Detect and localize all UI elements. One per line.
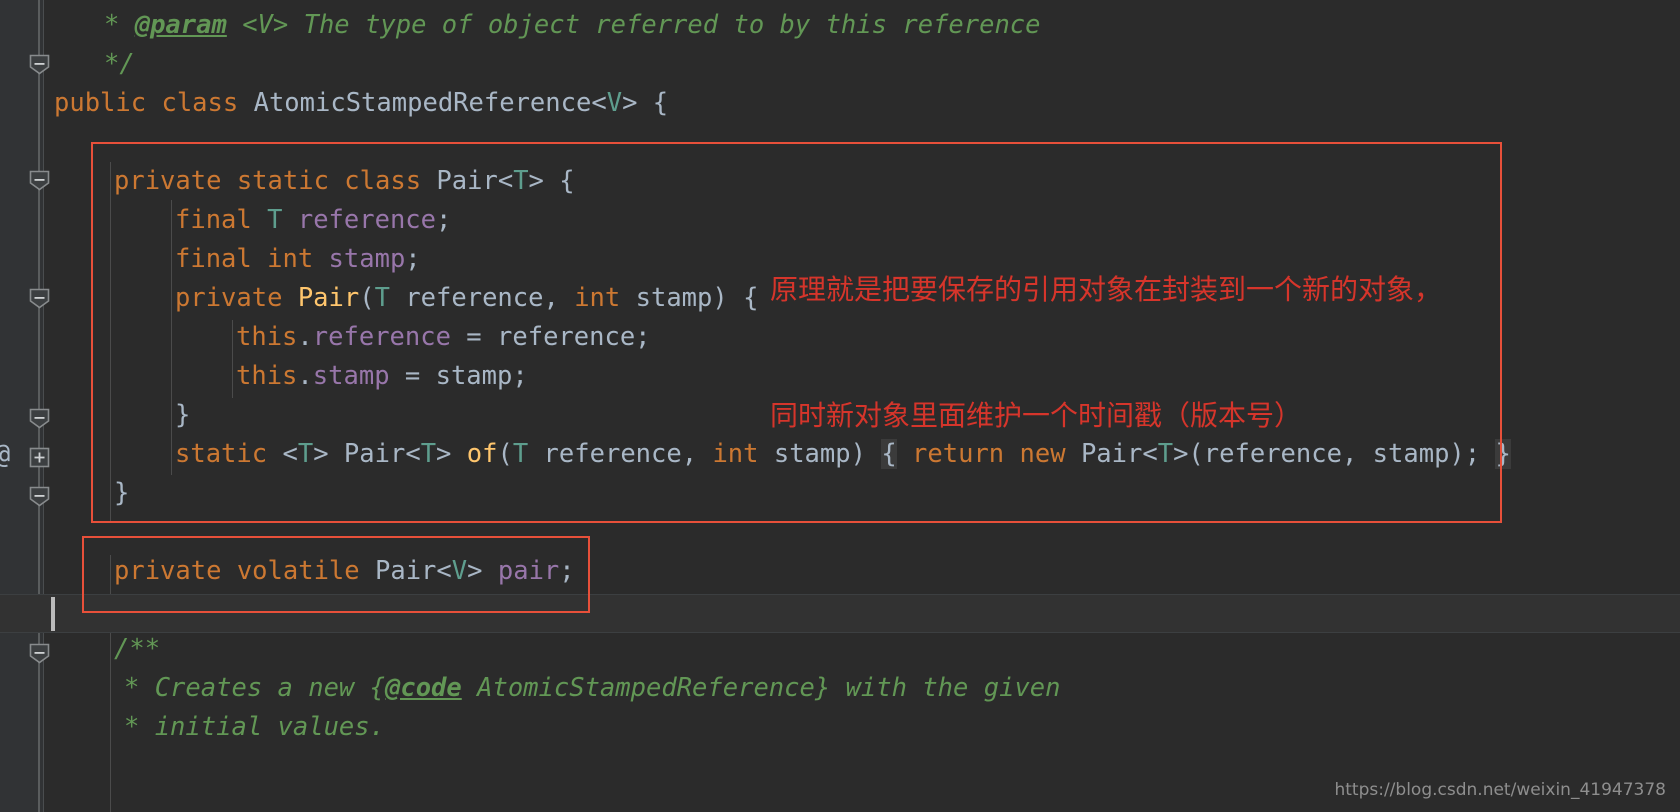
code-token: stamp xyxy=(312,361,390,391)
code-token: stamp xyxy=(328,244,406,274)
code-token: Pair xyxy=(375,556,437,586)
code-token: ( xyxy=(497,439,513,469)
code-token: = stamp; xyxy=(389,361,528,391)
code-line-text: * initial values. xyxy=(124,708,385,747)
code-token: */ xyxy=(104,49,135,79)
code-token: private xyxy=(175,283,298,313)
code-token: > xyxy=(313,439,344,469)
code-token: V xyxy=(451,556,468,586)
code-token: ( xyxy=(359,283,375,313)
code-token: * Creates a new { xyxy=(124,673,385,703)
code-token: of xyxy=(466,439,498,469)
code-line-text: private static class Pair<T> { xyxy=(114,162,575,201)
code-token: T xyxy=(374,283,390,313)
code-token: reference, xyxy=(528,439,713,469)
code-token: private volatile xyxy=(114,556,375,586)
watermark-text: https://blog.csdn.net/weixin_41947378 xyxy=(1334,780,1666,800)
code-token: > xyxy=(467,556,498,586)
code-line[interactable]: * Creates a new {@code AtomicStampedRefe… xyxy=(0,669,1680,708)
code-token: V xyxy=(606,88,623,118)
code-line[interactable]: /** xyxy=(0,630,1680,669)
code-token: ; xyxy=(405,244,421,274)
code-line[interactable]: public class AtomicStampedReference<V> { xyxy=(0,84,1680,123)
code-token: } xyxy=(114,478,130,508)
code-token: this xyxy=(236,361,298,391)
code-token: * initial values. xyxy=(124,712,385,742)
code-token: int xyxy=(712,439,759,469)
code-token: AtomicStampedReference xyxy=(253,88,592,118)
code-line-text: /** xyxy=(114,630,160,669)
code-token: T xyxy=(267,205,283,235)
code-line-text: this.reference = reference; xyxy=(236,318,651,357)
code-token: < xyxy=(282,439,298,469)
annotation-note-line-1: 原理就是把要保存的引用对象在封装到一个新的对象， xyxy=(770,273,1443,306)
code-token: } xyxy=(175,400,191,430)
code-line[interactable] xyxy=(0,123,1680,162)
code-token: * xyxy=(104,10,135,40)
code-token: ; xyxy=(559,556,575,586)
code-token: T xyxy=(297,439,314,469)
code-token: pair xyxy=(497,556,560,586)
code-token: int xyxy=(574,283,621,313)
code-line-text: final int stamp; xyxy=(175,240,421,279)
code-line[interactable]: private volatile Pair<V> pair; xyxy=(0,552,1680,591)
code-token: < xyxy=(591,88,607,118)
code-line-text: } xyxy=(114,474,129,513)
code-line[interactable]: * @param <V> The type of object referred… xyxy=(0,6,1680,45)
code-token: this xyxy=(236,322,298,352)
code-line-text: this.stamp = stamp; xyxy=(236,357,528,396)
code-token: static xyxy=(175,439,283,469)
code-line-text: } xyxy=(175,396,190,435)
code-token: Pair xyxy=(343,439,406,469)
code-line-text: private volatile Pair<V> pair; xyxy=(114,552,575,591)
code-token: stamp) { xyxy=(620,283,759,313)
code-token: < xyxy=(497,166,514,196)
annotation-note-line-2: 同时新对象里面维护一个时间戳（版本号） xyxy=(770,399,1303,432)
code-token: = reference; xyxy=(450,322,651,352)
code-line-text: * @param <V> The type of object referred… xyxy=(104,6,1041,45)
code-token: reference xyxy=(312,322,451,352)
code-token: public class xyxy=(54,88,254,118)
code-token: > { xyxy=(528,166,575,196)
code-token: > { xyxy=(622,88,669,118)
code-token: > xyxy=(436,439,467,469)
code-line-text: */ xyxy=(104,45,135,84)
code-token: Pair xyxy=(297,283,360,313)
code-token: final int xyxy=(175,244,329,274)
code-line-text: final T reference; xyxy=(175,201,451,240)
code-token: Pair xyxy=(436,166,498,196)
code-token: T xyxy=(420,439,437,469)
code-token: . xyxy=(297,361,313,391)
code-token: reference xyxy=(297,205,437,235)
code-token: final xyxy=(175,205,268,235)
code-token: reference, xyxy=(389,283,575,313)
code-token: } xyxy=(1495,439,1511,469)
code-token: /** xyxy=(114,634,161,664)
code-token: @code xyxy=(385,673,462,703)
code-line[interactable] xyxy=(0,591,1680,630)
code-line[interactable]: */ xyxy=(0,45,1680,84)
code-token: < xyxy=(436,556,452,586)
code-token: private static class xyxy=(114,166,437,196)
code-line-text: private Pair(T reference, int stamp) { xyxy=(175,279,758,318)
code-line[interactable]: * initial values. xyxy=(0,708,1680,747)
code-token: < xyxy=(405,439,421,469)
code-token: T xyxy=(512,439,529,469)
code-token: ; xyxy=(436,205,452,235)
code-token: AtomicStampedReference} with the given xyxy=(461,673,1061,703)
code-line-text: * Creates a new {@code AtomicStampedRefe… xyxy=(124,669,1061,708)
code-token: T xyxy=(513,166,529,196)
code-token: @param xyxy=(134,10,227,40)
annotation-note: 原理就是把要保存的引用对象在封装到一个新的对象， 同时新对象里面维护一个时间戳（… xyxy=(770,185,1442,521)
code-token: . xyxy=(297,322,313,352)
code-token: <V> The type of object referred to by th… xyxy=(226,10,1041,40)
code-line-text: public class AtomicStampedReference<V> { xyxy=(54,84,668,123)
code-editor[interactable]: @ xyxy=(0,0,1680,812)
